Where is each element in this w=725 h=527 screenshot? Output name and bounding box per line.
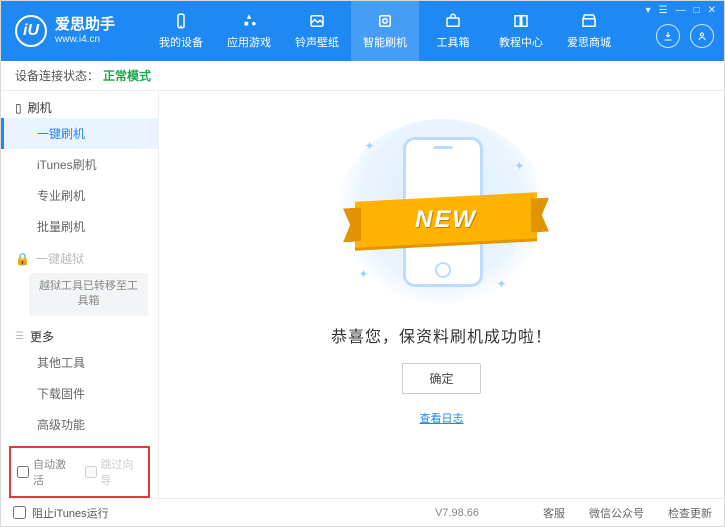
jailbreak-moved-note: 越狱工具已转移至工具箱 [29,273,148,316]
book-icon [511,12,531,30]
top-nav: 我的设备 应用游戏 铃声壁纸 智能刷机 工具箱 教程中心 爱思商城 [147,1,623,61]
sidebar: ▯ 刷机 一键刷机 iTunes刷机 专业刷机 批量刷机 🔒 一键越狱 越狱工具… [1,91,159,498]
sidebar-options-box: 自动激活 跳过向导 [9,446,150,498]
download-button[interactable] [656,24,680,48]
confirm-button[interactable]: 确定 [402,363,480,394]
list-icon: ☰ [15,331,24,342]
store-icon [579,12,599,30]
footer-link-update[interactable]: 检查更新 [668,505,712,521]
footer-link-support[interactable]: 客服 [543,505,565,521]
success-illustration: NEW ✦✦✦✦ [337,119,547,305]
version-label: V7.98.66 [435,507,479,519]
brand-title: 爱思助手 [55,17,115,34]
nav-ringtone-wallpaper[interactable]: 铃声壁纸 [283,1,351,61]
nav-toolbox[interactable]: 工具箱 [419,1,487,61]
title-bar: ▾ ☰ ― □ ✕ iU 爱思助手 www.i4.cn 我的设备 应用游戏 铃声… [1,1,724,61]
nav-store[interactable]: 爱思商城 [555,1,623,61]
nav-my-device[interactable]: 我的设备 [147,1,215,61]
toolbox-icon [443,12,463,30]
nav-apps-games[interactable]: 应用游戏 [215,1,283,61]
status-bar: 设备连接状态： 正常模式 [1,61,724,91]
skip-guide-checkbox: 跳过向导 [85,456,143,488]
block-itunes-input[interactable] [13,506,26,519]
brand-logo-icon: iU [15,15,47,47]
image-icon [307,12,327,30]
footer: 阻止iTunes运行 V7.98.66 客服 微信公众号 检查更新 [1,498,724,526]
sidebar-item-download-firmware[interactable]: 下载固件 [1,378,158,409]
sidebar-group-jailbreak: 🔒 一键越狱 [1,242,158,269]
sidebar-group-more[interactable]: ☰ 更多 [1,320,158,347]
success-message: 恭喜您，保资料刷机成功啦！ [331,323,552,347]
refresh-icon [375,12,395,30]
lock-icon: 🔒 [15,252,30,266]
close-button[interactable]: ✕ [708,5,716,16]
minimize-button[interactable]: ― [676,5,686,16]
sidebar-item-itunes-flash[interactable]: iTunes刷机 [1,149,158,180]
block-itunes-checkbox[interactable]: 阻止iTunes运行 [13,505,109,521]
device-icon [171,12,191,30]
status-label: 设备连接状态： [15,67,99,84]
top-circle-buttons [656,24,714,48]
new-ribbon: NEW [355,192,537,248]
sidebar-group-flash[interactable]: ▯ 刷机 [1,91,158,118]
brand-subtitle: www.i4.cn [55,34,115,45]
window-controls: ▾ ☰ ― □ ✕ [646,5,716,16]
status-mode: 正常模式 [103,67,151,84]
footer-link-wechat[interactable]: 微信公众号 [589,505,644,521]
sidebar-item-other-tools[interactable]: 其他工具 [1,347,158,378]
sidebar-item-onekey-flash[interactable]: 一键刷机 [1,118,158,149]
main-content: NEW ✦✦✦✦ 恭喜您，保资料刷机成功啦！ 确定 查看日志 [159,91,724,498]
phone-icon: ▯ [15,101,22,115]
app-icon [239,12,259,30]
sidebar-item-batch-flash[interactable]: 批量刷机 [1,211,158,242]
user-button[interactable] [690,24,714,48]
auto-activate-checkbox[interactable]: 自动激活 [17,456,75,488]
nav-tutorials[interactable]: 教程中心 [487,1,555,61]
skip-guide-input [85,466,97,478]
view-log-link[interactable]: 查看日志 [420,410,464,426]
brand: iU 爱思助手 www.i4.cn [15,15,147,47]
nav-smart-flash[interactable]: 智能刷机 [351,1,419,61]
sidebar-item-advanced[interactable]: 高级功能 [1,409,158,440]
maximize-button[interactable]: □ [694,5,700,16]
auto-activate-input[interactable] [17,466,29,478]
grid-icon[interactable]: ☰ [659,5,668,16]
sidebar-item-pro-flash[interactable]: 专业刷机 [1,180,158,211]
menu-icon[interactable]: ▾ [646,5,651,16]
